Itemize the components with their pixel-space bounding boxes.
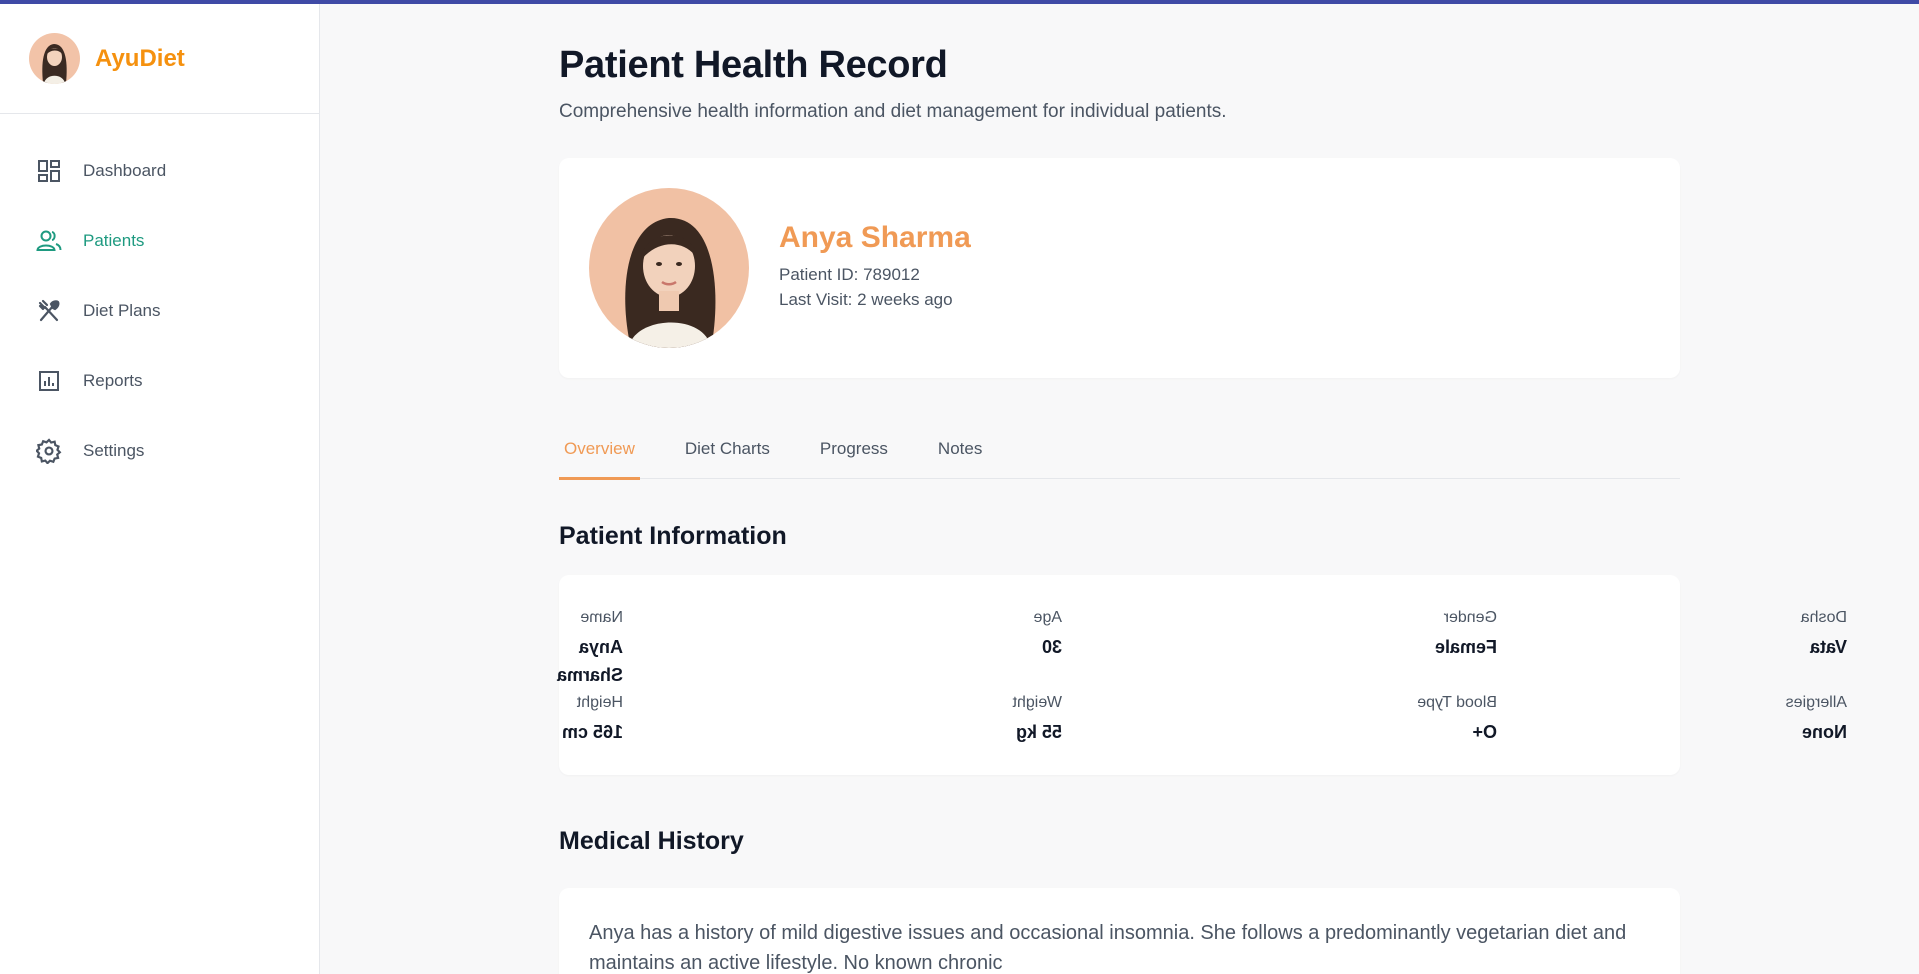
tab-notes[interactable]: Notes — [933, 418, 987, 479]
sidebar-item-diet-plans[interactable]: Diet Plans — [0, 276, 319, 346]
page-title: Patient Health Record — [559, 44, 948, 86]
record-tabs: Overview Diet Charts Progress Notes — [559, 418, 1680, 480]
sidebar-item-patients[interactable]: Patients — [0, 206, 319, 276]
field-label: Allergies — [1785, 694, 1847, 711]
sidebar-item-label: Patients — [83, 231, 145, 250]
gear-icon — [36, 438, 62, 464]
field-blood-type: Blood Type O+ — [1347, 694, 1497, 746]
field-height: Height 165 cm — [519, 694, 623, 746]
dashboard-icon — [36, 158, 62, 184]
brand[interactable]: AyuDiet — [0, 4, 319, 114]
page-subtitle: Comprehensive health information and die… — [559, 101, 1227, 122]
field-value: Anya Sharma — [556, 637, 623, 685]
tab-progress[interactable]: Progress — [815, 418, 893, 479]
sidebar-nav: Dashboard Patients Diet Plans Reports Se… — [0, 114, 319, 486]
patient-profile-card: Anya Sharma Patient ID: 789012 Last Visi… — [559, 158, 1680, 378]
top-accent-bar — [0, 0, 1919, 4]
field-label: Height — [576, 694, 623, 711]
tab-diet-charts[interactable]: Diet Charts — [680, 418, 775, 479]
field-value: None — [1802, 722, 1847, 742]
field-dosha: Dosha Vata — [1697, 609, 1847, 661]
field-age: Age 30 — [958, 609, 1062, 661]
sidebar-item-label: Reports — [83, 371, 143, 390]
brand-logo-avatar — [29, 33, 80, 84]
field-value: Female — [1434, 637, 1497, 657]
main-content: Patient Health Record Comprehensive heal… — [557, 4, 1847, 974]
sidebar: AyuDiet Dashboard Patients Diet Plans Re… — [0, 4, 320, 974]
sidebar-item-settings[interactable]: Settings — [0, 416, 319, 486]
field-allergies: Allergies None — [1697, 694, 1847, 746]
tab-overview[interactable]: Overview — [559, 418, 640, 480]
medical-history-card: Anya has a history of mild digestive iss… — [559, 888, 1680, 974]
patient-id: Patient ID: 789012 — [779, 264, 920, 284]
field-label: Name — [580, 609, 623, 626]
brand-name: AyuDiet — [95, 44, 185, 72]
field-label: Dosha — [1800, 609, 1847, 626]
field-weight: Weight 55 kg — [958, 694, 1062, 746]
field-value: 30 — [1041, 637, 1062, 657]
patient-meta: Patient ID: 789012 Last Visit: 2 weeks a… — [779, 262, 971, 312]
field-value: O+ — [1472, 722, 1497, 742]
medical-history-text: Anya has a history of mild digestive iss… — [589, 922, 1627, 974]
field-label: Gender — [1443, 609, 1497, 626]
field-label: Age — [1033, 609, 1062, 626]
medical-history-heading: Medical History — [559, 827, 744, 855]
field-value: 55 kg — [1015, 722, 1062, 742]
sidebar-item-dashboard[interactable]: Dashboard — [0, 136, 319, 206]
patients-icon — [36, 228, 62, 254]
reports-icon — [36, 368, 62, 394]
field-value: Vata — [1809, 637, 1847, 657]
patient-name: Anya Sharma — [779, 220, 971, 254]
sidebar-item-reports[interactable]: Reports — [0, 346, 319, 416]
patient-avatar — [589, 188, 749, 348]
field-name: Name Anya Sharma — [519, 609, 623, 689]
sidebar-item-label: Dashboard — [83, 161, 167, 180]
field-gender: Gender Female — [1347, 609, 1497, 661]
sidebar-item-label: Settings — [83, 441, 145, 460]
patient-summary: Anya Sharma Patient ID: 789012 Last Visi… — [779, 221, 971, 312]
patient-information-heading: Patient Information — [559, 522, 787, 550]
field-label: Weight — [1012, 694, 1062, 711]
field-label: Blood Type — [1417, 694, 1497, 711]
fork-knife-icon — [36, 298, 62, 324]
patient-last-visit: Last Visit: 2 weeks ago — [779, 289, 953, 309]
patient-information-card: Name Anya Sharma Age 30 Gender Female Do… — [557, 575, 1847, 775]
field-value: 165 cm — [561, 722, 623, 742]
sidebar-item-label: Diet Plans — [83, 301, 161, 320]
